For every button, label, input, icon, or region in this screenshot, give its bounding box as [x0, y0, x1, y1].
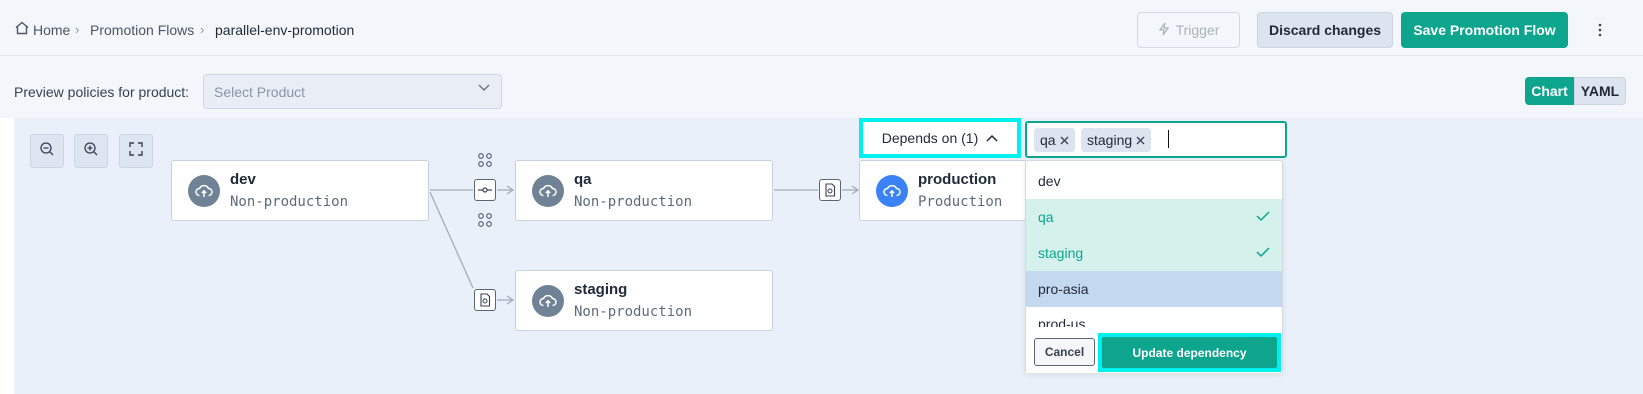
env-node-production[interactable]: production Production: [859, 160, 1027, 221]
node-title: production: [918, 171, 997, 188]
tag-chip-staging: staging: [1081, 128, 1152, 152]
node-subtitle: Non-production: [230, 194, 349, 210]
option-pro-asia[interactable]: pro-asia: [1026, 271, 1282, 307]
option-label: pro-asia: [1038, 281, 1089, 297]
check-icon: [1256, 209, 1270, 225]
tag-chip-qa: qa: [1034, 128, 1075, 152]
option-label: staging: [1038, 245, 1084, 261]
option-qa[interactable]: qa: [1026, 199, 1282, 235]
env-node-qa[interactable]: qa Non-production: [515, 160, 773, 221]
close-icon[interactable]: [1136, 132, 1145, 148]
tag-label: staging: [1087, 132, 1133, 148]
node-subtitle: Non-production: [574, 194, 693, 210]
cloud-upload-icon: [532, 175, 564, 207]
text-cursor: [1168, 130, 1169, 148]
option-dev[interactable]: dev: [1026, 163, 1282, 199]
depends-on-label: Depends on (1): [881, 130, 979, 146]
cloud-upload-icon: [188, 175, 220, 207]
node-subtitle: Production: [918, 194, 1003, 210]
option-label: prod-us: [1038, 316, 1086, 327]
close-icon[interactable]: [1060, 132, 1069, 148]
approval-icon[interactable]: [477, 152, 493, 173]
tag-label: qa: [1040, 132, 1056, 148]
policy-document-icon[interactable]: [819, 179, 841, 201]
commit-gate-icon[interactable]: [474, 179, 496, 201]
option-label: qa: [1038, 209, 1054, 225]
option-label: dev: [1038, 173, 1061, 189]
env-node-dev[interactable]: dev Non-production: [171, 160, 429, 221]
node-subtitle: Non-production: [574, 304, 693, 320]
chevron-up-icon: [986, 130, 998, 146]
option-staging[interactable]: staging: [1026, 235, 1282, 271]
node-title: dev: [230, 171, 256, 188]
option-prod-us[interactable]: prod-us: [1026, 307, 1282, 327]
cloud-upload-icon: [532, 285, 564, 317]
policy-document-icon[interactable]: [474, 289, 496, 311]
node-title: qa: [574, 171, 592, 188]
cloud-upload-icon: [876, 175, 908, 207]
cancel-button[interactable]: Cancel: [1034, 338, 1095, 366]
update-dependency-button[interactable]: Update dependency: [1102, 337, 1277, 368]
depends-on-button[interactable]: Depends on (1): [859, 118, 1021, 158]
check-icon: [1256, 245, 1270, 261]
node-title: staging: [574, 281, 628, 298]
approval-icon[interactable]: [477, 212, 493, 233]
env-node-staging[interactable]: staging Non-production: [515, 270, 773, 331]
